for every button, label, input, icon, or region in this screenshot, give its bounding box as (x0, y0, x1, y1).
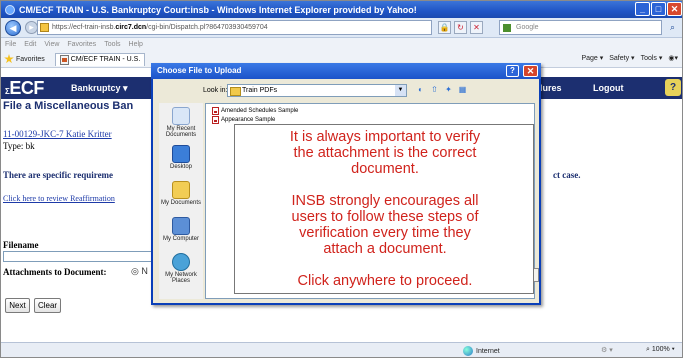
page-icon (59, 54, 69, 65)
window-title: CM/ECF TRAIN - U.S. Bankruptcy Court:ins… (19, 4, 417, 15)
chevron-down-icon[interactable]: ▼ (395, 85, 406, 96)
dialog-toolbar: ◐ ⇧ ✦ ▦ (415, 84, 468, 95)
address-bar[interactable]: https://ecf-train-insb.circ7.dcn/cgi-bin… (37, 20, 432, 35)
favorites-label: Favorites (16, 55, 45, 63)
menu-logout[interactable]: Logout (593, 83, 624, 93)
menu-help[interactable]: Help (129, 41, 143, 48)
zoom-level[interactable]: ⌕ 100% ▾ (646, 346, 675, 354)
case-type: Type: bk (3, 141, 35, 151)
globe-icon (463, 346, 473, 356)
status-bar: Internet ⚙ ▾ ⌕ 100% ▾ (1, 342, 682, 357)
minimize-button[interactable]: _ (635, 2, 650, 16)
back-button[interactable]: ◀ (5, 19, 21, 36)
menu-tools[interactable]: Tools (104, 41, 120, 48)
zone-label: Internet (476, 347, 500, 355)
lock-icon[interactable]: 🔒 (438, 21, 451, 34)
notice-line: users to follow these steps of (291, 209, 479, 225)
next-button[interactable]: Next (5, 298, 30, 313)
notice-line: the attachment is the correct (293, 145, 477, 161)
search-icon[interactable]: ⌕ (665, 21, 680, 34)
views-menu-icon[interactable]: ▦ (457, 84, 468, 95)
window-titlebar: CM/ECF TRAIN - U.S. Bankruptcy Court:ins… (1, 1, 682, 18)
back-folder-icon[interactable]: ◐ (415, 84, 426, 95)
help-icon[interactable]: ? (665, 79, 681, 96)
safety-menu[interactable]: Safety ▾ (609, 54, 634, 62)
notice-line: INSB strongly encourages all (291, 193, 479, 209)
protected-mode-icon[interactable]: ⚙ ▾ (601, 346, 613, 354)
file-item[interactable]: Appearance Sample (212, 116, 275, 124)
pdf-file-icon (212, 116, 219, 124)
tab-label: CM/ECF TRAIN - U.S. (70, 56, 141, 63)
my-documents-icon (172, 181, 190, 199)
internet-explorer-icon (5, 4, 15, 15)
dialog-title: Choose File to Upload ? ✕ (151, 63, 541, 79)
command-bar: Page ▾ Safety ▾ Tools ▾ ◉▾ (581, 54, 678, 62)
search-placeholder: Google (516, 24, 539, 31)
look-in-select[interactable]: Train PDFs ▼ (227, 84, 407, 97)
verification-notice-overlay[interactable]: It is always important to verify the att… (234, 124, 534, 294)
menu-favorites[interactable]: Favorites (67, 41, 96, 48)
place-my-computer[interactable]: My Computer (159, 217, 203, 242)
up-folder-icon[interactable]: ⇧ (429, 84, 440, 95)
new-folder-icon[interactable]: ✦ (443, 84, 454, 95)
file-item[interactable]: Amended Schedules Sample (212, 107, 298, 115)
place-my-documents[interactable]: My Documents (159, 181, 203, 206)
case-link[interactable]: 11-00129-JKC-7 Katie Kritter (3, 129, 112, 139)
secure-lock-icon (40, 23, 49, 32)
dialog-close-button[interactable]: ✕ (523, 65, 538, 77)
recent-documents-icon (172, 107, 190, 125)
stop-icon[interactable]: ✕ (470, 21, 483, 34)
address-row: ◀ ▸ https://ecf-train-insb.circ7.dcn/cgi… (1, 18, 682, 38)
look-in-value: Train PDFs (242, 87, 278, 94)
attachments-label: Attachments to Document: (3, 267, 107, 277)
help-menu-icon[interactable]: ◉▾ (668, 54, 678, 62)
requirements-text: There are specific requireme (3, 170, 114, 180)
page-title: File a Miscellaneous Ban (3, 100, 134, 112)
close-window-button[interactable]: ✕ (667, 2, 682, 16)
tools-menu[interactable]: Tools ▾ (641, 54, 663, 62)
my-computer-icon (172, 217, 190, 235)
dialog-help-button[interactable]: ? (506, 65, 519, 77)
network-places-icon (172, 253, 190, 271)
security-zone: Internet (463, 346, 500, 356)
attachments-radio[interactable]: ◎ N (131, 266, 148, 277)
favorites-button[interactable]: Favorites (4, 54, 45, 64)
clear-button[interactable]: Clear (34, 298, 61, 313)
menu-bar: File Edit View Favorites Tools Help (1, 38, 682, 51)
filename-label: Filename (3, 240, 39, 250)
look-in-label: Look in: (203, 87, 228, 94)
reaffirmation-link[interactable]: Click here to review Reaffirmation (3, 194, 115, 203)
notice-line: attach a document. (323, 241, 447, 257)
click-to-proceed[interactable]: Click anywhere to proceed. (235, 273, 535, 289)
url-domain: circ7.dcn (115, 24, 147, 31)
notice-line: It is always important to verify (289, 129, 481, 145)
browser-window: CM/ECF TRAIN - U.S. Bankruptcy Court:ins… (0, 0, 683, 358)
url-path: /cgi-bin/Dispatch.pl?864703930459704 (146, 24, 268, 31)
requirements-text-tail: ct case. (553, 170, 581, 180)
desktop-icon (172, 145, 190, 163)
place-network[interactable]: My Network Places (159, 253, 203, 284)
pdf-file-icon (212, 107, 219, 115)
menu-file[interactable]: File (5, 41, 16, 48)
search-input[interactable]: Google (499, 20, 662, 35)
notice-line: verification every time they (299, 225, 471, 241)
menu-edit[interactable]: Edit (24, 41, 36, 48)
tab-cmecf[interactable]: CM/ECF TRAIN - U.S. (54, 52, 146, 66)
places-bar: My Recent Documents Desktop My Documents… (159, 103, 203, 299)
ecf-logo: ΣECF (5, 78, 44, 98)
menu-view[interactable]: View (44, 41, 59, 48)
url-prefix: https://ecf-train-insb. (52, 24, 116, 31)
place-recent-documents[interactable]: My Recent Documents (159, 107, 203, 138)
menu-bankruptcy[interactable]: Bankruptcy ▾ (71, 83, 128, 94)
maximize-button[interactable]: □ (651, 2, 666, 16)
refresh-icon[interactable]: ↻ (454, 21, 467, 34)
place-desktop[interactable]: Desktop (159, 145, 203, 170)
favorites-star-icon (4, 54, 14, 64)
page-menu[interactable]: Page ▾ (581, 54, 603, 62)
notice-line: document. (351, 161, 419, 177)
